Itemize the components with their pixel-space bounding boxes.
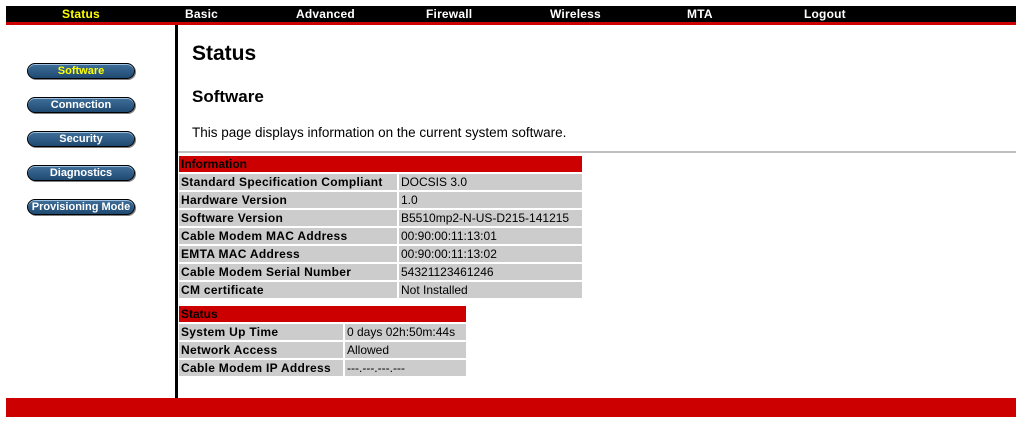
row-value: Allowed — [343, 342, 466, 358]
nav-basic[interactable]: Basic — [185, 6, 218, 22]
row-value: B5510mp2-N-US-D215-141215 — [397, 210, 582, 226]
table-row: EMTA MAC Address 00:90:00:11:13:02 — [179, 246, 582, 262]
page-description: This page displays information on the cu… — [192, 125, 567, 140]
table-row: Cable Modem IP Address ---.---.---.--- — [179, 360, 466, 376]
row-value: 54321123461246 — [397, 264, 582, 280]
nav-mta[interactable]: MTA — [687, 6, 713, 22]
section-title: Software — [192, 87, 264, 106]
table-row: Cable Modem Serial Number 54321123461246 — [179, 264, 582, 280]
table-header-row: Status — [179, 306, 466, 322]
row-value: Not Installed — [397, 282, 582, 298]
row-label: Hardware Version — [179, 192, 397, 208]
nav-firewall[interactable]: Firewall — [426, 6, 472, 22]
row-value: ---.---.---.--- — [343, 360, 466, 376]
row-label: Standard Specification Compliant — [179, 174, 397, 190]
sidebar-item-security[interactable]: Security — [27, 131, 135, 147]
table-row: Hardware Version 1.0 — [179, 192, 582, 208]
row-label: EMTA MAC Address — [179, 246, 397, 262]
top-nav-bar: Status Basic Advanced Firewall Wireless … — [6, 6, 1016, 22]
row-label: Software Version — [179, 210, 397, 226]
table-header-row: Information — [179, 156, 582, 172]
page-title: Status — [192, 42, 257, 65]
sidebar-item-software[interactable]: Software — [27, 63, 135, 79]
nav-logout[interactable]: Logout — [804, 6, 846, 22]
sidebar-item-diagnostics[interactable]: Diagnostics — [27, 165, 135, 181]
table-row: CM certificate Not Installed — [179, 282, 582, 298]
row-value: 00:90:00:11:13:01 — [397, 228, 582, 244]
row-label: Network Access — [179, 342, 343, 358]
table-row: Cable Modem MAC Address 00:90:00:11:13:0… — [179, 228, 582, 244]
bottom-red-bar — [6, 398, 1016, 417]
row-value: 0 days 02h:50m:44s — [343, 324, 466, 340]
sidebar-item-provisioning-mode[interactable]: Provisioning Mode — [27, 199, 135, 215]
row-value: DOCSIS 3.0 — [397, 174, 582, 190]
table-row: Standard Specification Compliant DOCSIS … — [179, 174, 582, 190]
nav-wireless[interactable]: Wireless — [550, 6, 601, 22]
row-label: System Up Time — [179, 324, 343, 340]
row-label: CM certificate — [179, 282, 397, 298]
sidebar-item-connection[interactable]: Connection — [27, 97, 135, 113]
row-value: 1.0 — [397, 192, 582, 208]
row-label: Cable Modem MAC Address — [179, 228, 397, 244]
top-red-line — [6, 22, 1016, 25]
status-table: Status System Up Time 0 days 02h:50m:44s… — [179, 304, 466, 378]
table-row: Network Access Allowed — [179, 342, 466, 358]
sidebar-divider — [175, 25, 178, 398]
table-row: Software Version B5510mp2-N-US-D215-1412… — [179, 210, 582, 226]
row-label: Cable Modem Serial Number — [179, 264, 397, 280]
nav-status[interactable]: Status — [62, 6, 100, 22]
row-value: 00:90:00:11:13:02 — [397, 246, 582, 262]
nav-advanced[interactable]: Advanced — [296, 6, 355, 22]
row-label: Cable Modem IP Address — [179, 360, 343, 376]
information-table: Information Standard Specification Compl… — [179, 154, 582, 300]
information-header: Information — [179, 156, 582, 172]
status-header: Status — [179, 306, 466, 322]
content-divider — [178, 151, 1016, 153]
table-row: System Up Time 0 days 02h:50m:44s — [179, 324, 466, 340]
